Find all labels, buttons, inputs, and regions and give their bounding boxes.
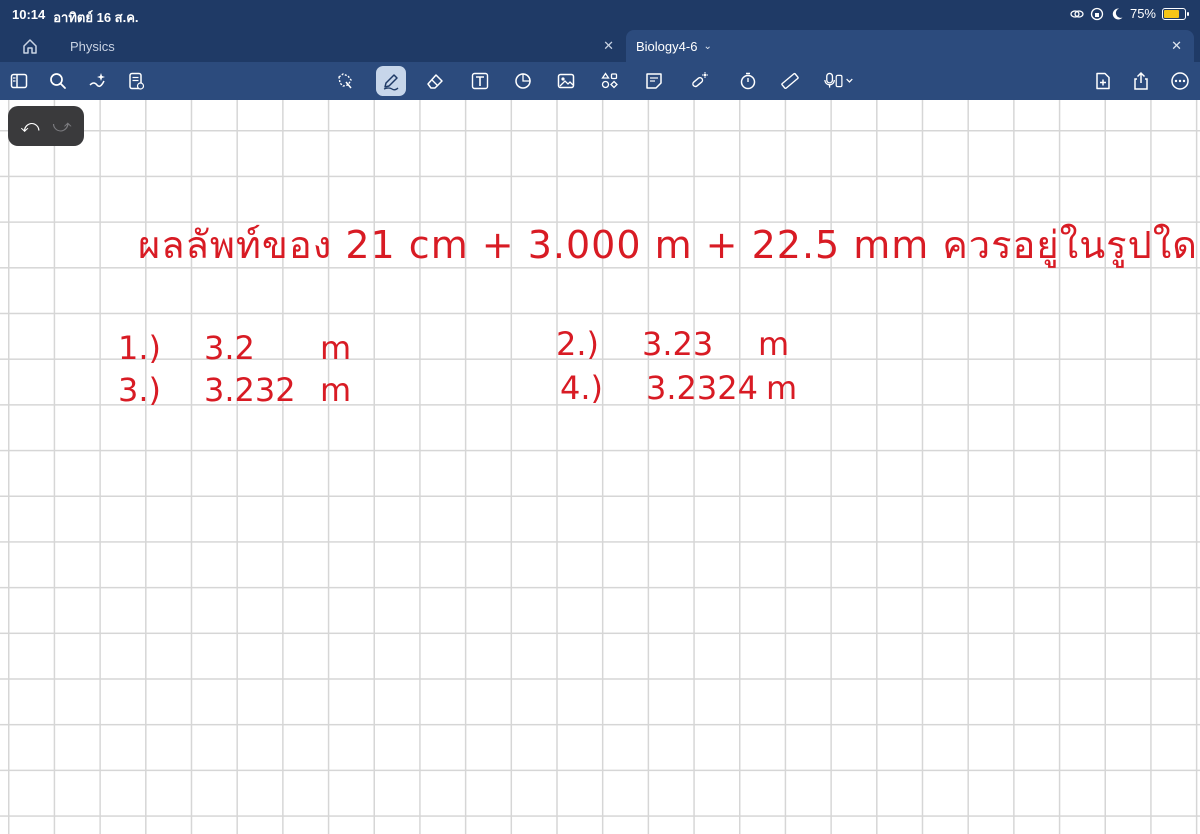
share-icon bbox=[1134, 71, 1148, 90]
magic-button[interactable] bbox=[82, 66, 112, 96]
tab-physics-close-icon[interactable]: ✕ bbox=[603, 38, 614, 54]
option-value: 3.23 bbox=[642, 325, 714, 363]
home-icon[interactable] bbox=[18, 36, 42, 56]
add-page-icon bbox=[1096, 72, 1110, 90]
handwritten-question: ผลลัพท์ของ 21 cm + 3.000 m + 22.5 mm ควร… bbox=[138, 223, 1198, 267]
shapes-icon bbox=[515, 73, 531, 89]
page-settings-icon bbox=[129, 72, 145, 90]
recording-button[interactable] bbox=[818, 66, 862, 96]
option-3: 3.) 3.232 m bbox=[118, 374, 351, 406]
moon-icon bbox=[1112, 7, 1123, 19]
add-page-button[interactable] bbox=[1088, 66, 1118, 96]
option-unit: m bbox=[320, 329, 352, 367]
search-button[interactable] bbox=[43, 66, 73, 96]
option-number: 1.) bbox=[118, 329, 162, 367]
laser-icon bbox=[692, 72, 708, 88]
lasso-icon bbox=[338, 73, 352, 89]
option-4: 4.) 3.2324 m bbox=[560, 372, 797, 404]
search-icon bbox=[50, 73, 66, 89]
option-2: 2.) 3.23 m bbox=[556, 328, 789, 360]
sidebar-button[interactable] bbox=[4, 66, 34, 96]
image-button[interactable] bbox=[551, 66, 581, 96]
elements-button[interactable] bbox=[595, 66, 625, 96]
text-button[interactable] bbox=[465, 66, 495, 96]
mic-icon bbox=[824, 72, 853, 88]
tab-bar: Physics ✕ Biology4-6 ⌄ ✕ bbox=[0, 30, 1200, 62]
elements-icon bbox=[601, 72, 618, 89]
pen-icon bbox=[383, 74, 399, 91]
note-canvas[interactable] bbox=[0, 100, 1200, 834]
status-right: 75% bbox=[1070, 6, 1189, 21]
image-icon bbox=[557, 73, 575, 89]
option-number: 2.) bbox=[556, 325, 600, 363]
sidebar-icon bbox=[10, 73, 28, 89]
tab-biology[interactable]: Biology4-6 ⌄ ✕ bbox=[626, 30, 1194, 62]
option-value: 3.2324 bbox=[646, 369, 758, 407]
option-value: 3.2 bbox=[204, 329, 255, 367]
pen-button[interactable] bbox=[376, 66, 406, 96]
text-icon bbox=[471, 72, 489, 90]
share-button[interactable] bbox=[1126, 66, 1156, 96]
eraser-button[interactable] bbox=[420, 66, 450, 96]
app-chrome: 10:14 อาทิตย์ 16 ส.ค. 75% Physics ✕ Biol… bbox=[0, 0, 1200, 100]
tab-physics-label: Physics bbox=[70, 38, 115, 54]
timer-button[interactable] bbox=[733, 66, 763, 96]
timer-icon bbox=[740, 72, 756, 90]
page-settings-button[interactable] bbox=[121, 66, 151, 96]
option-unit: m bbox=[765, 369, 798, 407]
option-number: 4.) bbox=[560, 369, 604, 407]
sticky-note-icon bbox=[646, 73, 662, 89]
tab-biology-label: Biology4-6 bbox=[636, 38, 698, 54]
option-value: 3.232 bbox=[204, 371, 296, 409]
status-bar: 10:14 อาทิตย์ 16 ส.ค. 75% bbox=[0, 0, 1200, 28]
ruler-icon bbox=[781, 72, 799, 90]
laser-button[interactable] bbox=[684, 66, 714, 96]
more-icon bbox=[1171, 72, 1189, 90]
link-icon bbox=[1070, 9, 1084, 18]
option-1: 1.) 3.2 m bbox=[118, 332, 351, 364]
lock-rotation-icon bbox=[1090, 7, 1104, 20]
more-button[interactable] bbox=[1165, 66, 1195, 96]
shapes-button[interactable] bbox=[508, 66, 538, 96]
ruler-button[interactable] bbox=[775, 66, 805, 96]
tab-biology-close-icon[interactable]: ✕ bbox=[1171, 38, 1182, 54]
battery-percent: 75% bbox=[1129, 6, 1156, 21]
battery-fill bbox=[1164, 9, 1179, 18]
undo-redo-panel: ⤺ ⤻ bbox=[8, 106, 84, 146]
status-left: 10:14 อาทิตย์ 16 ส.ค. bbox=[12, 7, 139, 28]
battery-icon bbox=[1162, 7, 1189, 20]
tab-physics[interactable]: Physics ✕ bbox=[56, 30, 622, 62]
chevron-down-icon[interactable]: ⌄ bbox=[703, 41, 711, 52]
status-time: 10:14 bbox=[12, 7, 46, 22]
undo-icon[interactable]: ⤺ bbox=[20, 116, 39, 137]
redo-icon[interactable]: ⤻ bbox=[52, 116, 71, 137]
status-date: อาทิตย์ 16 ส.ค. bbox=[53, 10, 139, 25]
magic-icon bbox=[89, 73, 105, 88]
eraser-icon bbox=[427, 74, 443, 89]
toolbar bbox=[0, 62, 1200, 100]
option-number: 3.) bbox=[118, 371, 162, 409]
option-unit: m bbox=[320, 371, 352, 409]
option-unit: m bbox=[758, 325, 790, 363]
lasso-button[interactable] bbox=[330, 66, 360, 96]
sticky-note-button[interactable] bbox=[639, 66, 669, 96]
